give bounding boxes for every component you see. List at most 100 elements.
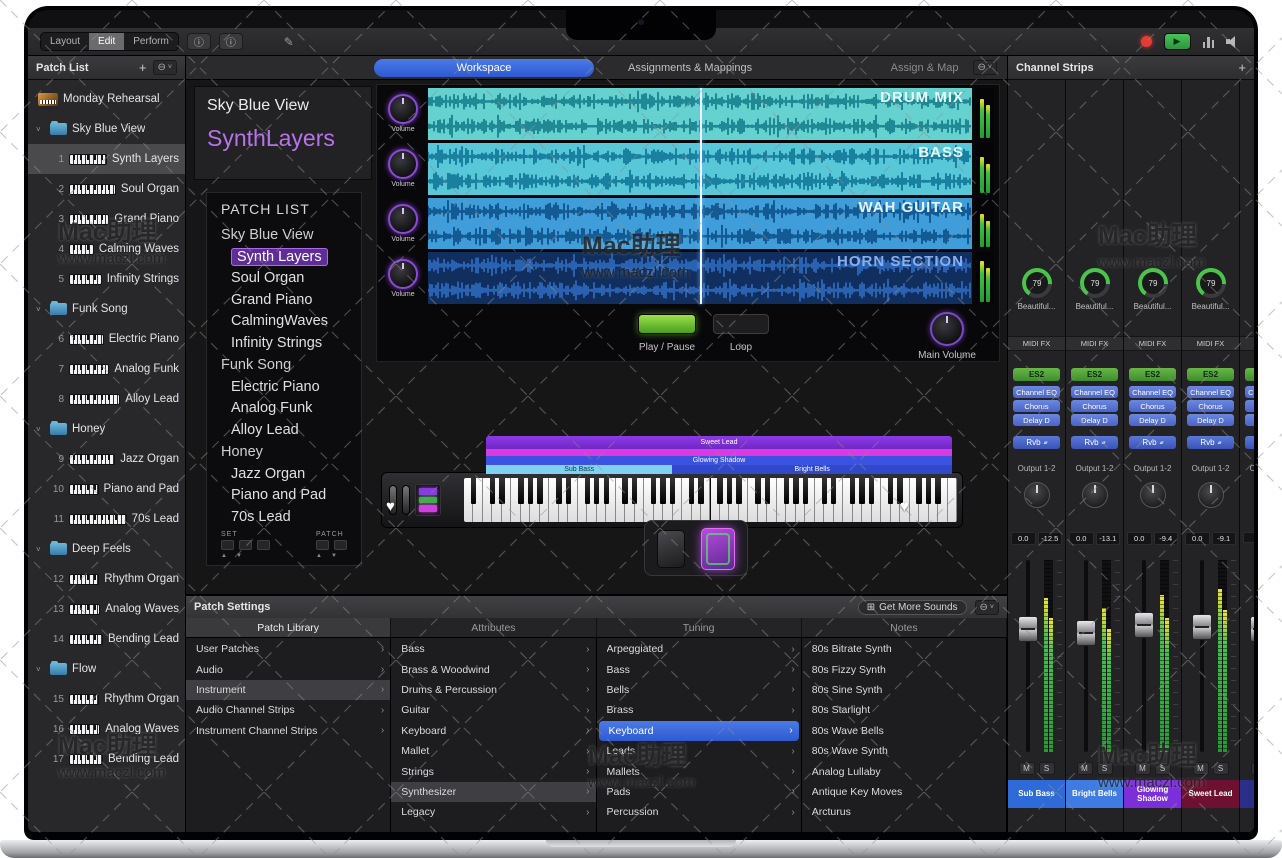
patch-list-item[interactable]: 5Infinity Strings <box>28 264 185 294</box>
pan-knob[interactable] <box>1024 482 1050 508</box>
track-volume-knob[interactable] <box>388 204 418 234</box>
instrument-slot[interactable]: ES2 <box>1071 368 1118 381</box>
library-row[interactable]: Synthesizer› <box>391 782 595 802</box>
patch-list-item[interactable]: ˅Funk Song <box>28 294 185 324</box>
library-row[interactable]: Mallet› <box>391 741 595 761</box>
insert-slot[interactable]: Channel EQ <box>1013 386 1060 398</box>
insert-slot[interactable]: Chorus <box>1013 400 1060 412</box>
patch-list-options-button[interactable]: ⊖˅ <box>153 60 177 75</box>
strip-smart-knob[interactable]: 79 <box>1196 268 1226 298</box>
black-key[interactable] <box>651 478 656 504</box>
black-key[interactable] <box>499 478 504 504</box>
patch-settings-options-button[interactable]: ⊖˅ <box>975 600 999 615</box>
mode-layout-button[interactable]: Layout <box>41 33 89 50</box>
instrument-slot[interactable]: ES2 <box>1013 368 1060 381</box>
tab-tuning[interactable]: Tuning <box>597 618 802 637</box>
library-row[interactable]: Drums & Percussion› <box>391 680 595 700</box>
black-key[interactable] <box>556 478 561 504</box>
patch-list-item[interactable]: 7Analog Funk <box>28 354 185 384</box>
add-channel-strip-button[interactable]: + <box>1238 60 1246 75</box>
library-row[interactable]: Bass› <box>597 659 801 679</box>
black-key[interactable] <box>916 478 921 504</box>
mini-patch-item[interactable]: Soul Organ <box>221 268 361 290</box>
black-key[interactable] <box>935 478 940 504</box>
insert-slot[interactable]: Delay D <box>1245 414 1254 426</box>
strip-smart-knob[interactable]: 79 <box>1022 268 1052 298</box>
fader-cap[interactable] <box>1250 616 1254 642</box>
library-row[interactable]: Brass› <box>597 700 801 720</box>
patch-list-item[interactable]: 12Rhythm Organ <box>28 564 185 594</box>
play-pause-button[interactable] <box>638 314 696 334</box>
black-key[interactable] <box>869 478 874 504</box>
main-volume-knob[interactable] <box>930 312 964 346</box>
output-slot[interactable]: Output 1-2 <box>1124 464 1181 473</box>
tab-attributes[interactable]: Attributes <box>391 618 596 637</box>
send-slot[interactable]: Rvb▴▾ <box>1187 436 1234 449</box>
midi-fx-slot[interactable]: MIDI FX <box>1240 336 1254 351</box>
solo-button[interactable]: S <box>1097 762 1113 775</box>
black-key[interactable] <box>604 478 609 504</box>
pedal-right[interactable] <box>701 528 735 570</box>
insert-slot[interactable]: Delay D <box>1129 414 1176 426</box>
mute-button[interactable]: M <box>1135 762 1151 775</box>
insert-slot[interactable]: Delay D <box>1071 414 1118 426</box>
mode-perform-button[interactable]: Perform <box>124 33 178 50</box>
black-key[interactable] <box>490 478 495 504</box>
library-row[interactable]: Instrument Channel Strips› <box>186 721 390 741</box>
black-key[interactable] <box>689 478 694 504</box>
mini-patch-item[interactable]: Honey <box>221 442 361 464</box>
solo-button[interactable]: S <box>1039 762 1055 775</box>
library-row[interactable]: Audio Channel Strips› <box>186 700 390 720</box>
patch-selector[interactable] <box>316 540 347 550</box>
midi-fx-slot[interactable]: MIDI FX <box>1008 336 1065 351</box>
patch-list-item[interactable]: 9Jazz Organ <box>28 444 185 474</box>
patch-list-item[interactable]: 4Calming Waves <box>28 234 185 264</box>
library-row[interactable]: Antique Key Moves <box>802 782 1006 802</box>
solo-button[interactable]: S <box>1213 762 1229 775</box>
library-row[interactable]: Legacy› <box>391 802 595 822</box>
insert-slot[interactable]: Channel EQ <box>1245 386 1254 398</box>
black-key[interactable] <box>660 478 665 504</box>
solo-button[interactable]: S <box>1155 762 1171 775</box>
send-slot[interactable]: Rvb▴▾ <box>1245 436 1254 449</box>
mini-patch-item[interactable]: Sky Blue View <box>221 225 361 247</box>
speaker-icon[interactable] <box>1226 35 1242 48</box>
play-button[interactable]: ▶ <box>1164 33 1191 50</box>
black-key[interactable] <box>803 478 808 504</box>
mini-patch-item[interactable]: Synth Layers <box>221 247 361 269</box>
record-indicator[interactable] <box>1141 36 1152 47</box>
layer-strip[interactable] <box>486 449 952 456</box>
mini-patch-item[interactable]: Infinity Strings <box>221 333 361 355</box>
strip-smart-knob[interactable]: 79 <box>1138 268 1168 298</box>
patch-list-item[interactable]: Monday Rehearsal <box>28 84 185 114</box>
tab-workspace[interactable]: Workspace <box>374 59 594 77</box>
black-key[interactable] <box>784 478 789 504</box>
output-slot[interactable]: Output 1-2 <box>1182 464 1239 473</box>
black-key[interactable] <box>736 478 741 504</box>
fader-cap[interactable] <box>1018 616 1038 642</box>
info-button[interactable]: ⓘ <box>187 33 211 50</box>
mini-patch-item[interactable]: Funk Song <box>221 355 361 377</box>
help-button[interactable]: ⓘ <box>219 33 243 50</box>
pedal-left[interactable] <box>657 530 685 568</box>
tab-notes[interactable]: Notes <box>802 618 1007 637</box>
library-row[interactable]: 80s Sine Synth <box>802 680 1006 700</box>
black-key[interactable] <box>670 478 675 504</box>
set-down-button[interactable]: ▼ <box>236 553 242 559</box>
library-row[interactable]: Guitar› <box>391 700 595 720</box>
fader-cap[interactable] <box>1076 620 1096 646</box>
send-slot[interactable]: Rvb▴▾ <box>1129 436 1176 449</box>
track-volume-knob[interactable] <box>388 149 418 179</box>
library-row[interactable]: 80s Wave Bells <box>802 721 1006 741</box>
library-row[interactable]: 80s Wave Synth <box>802 741 1006 761</box>
black-key[interactable] <box>698 478 703 504</box>
library-row[interactable]: Pads› <box>597 782 801 802</box>
insert-slot[interactable]: Channel EQ <box>1129 386 1176 398</box>
pan-knob[interactable] <box>1198 482 1224 508</box>
black-key[interactable] <box>859 478 864 504</box>
midi-fx-slot[interactable]: MIDI FX <box>1124 336 1181 351</box>
tab-assignments-mappings[interactable]: Assignments & Mappings <box>602 59 778 77</box>
black-key[interactable] <box>518 478 523 504</box>
mini-patch-item[interactable]: Electric Piano <box>221 377 361 399</box>
patch-list-item[interactable]: 16Analog Waves <box>28 714 185 744</box>
